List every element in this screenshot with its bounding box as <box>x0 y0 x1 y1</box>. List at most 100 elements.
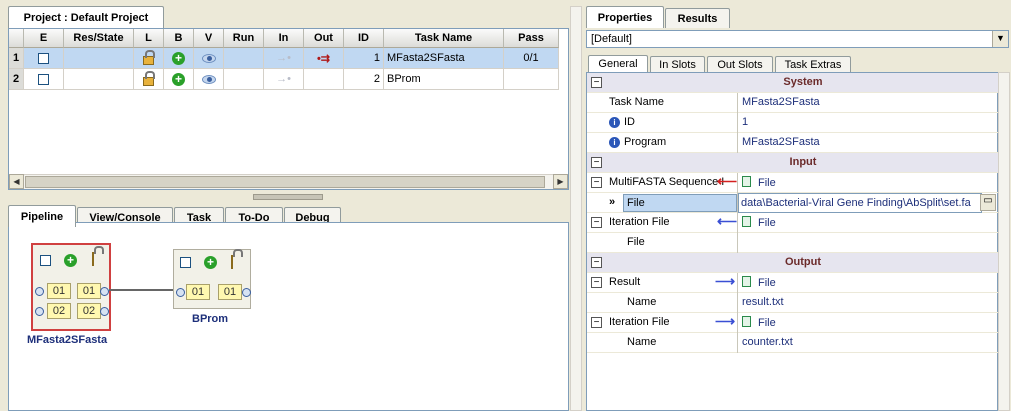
property-scrollbar[interactable] <box>998 72 1010 411</box>
file-key-selected[interactable]: File <box>623 194 737 212</box>
col-res-state[interactable]: Res/State <box>64 29 134 48</box>
group-input[interactable]: − Input <box>587 153 999 173</box>
output-pin[interactable] <box>100 307 109 316</box>
output-arrow-icon: •⇉ <box>316 52 331 65</box>
enable-checkbox[interactable] <box>38 73 49 85</box>
connection-line[interactable] <box>109 289 182 291</box>
file-icon <box>742 316 751 327</box>
property-row[interactable]: Task Name MFasta2SFasta <box>587 93 999 113</box>
node-label: BProm <box>192 313 229 325</box>
collapse-icon[interactable]: − <box>591 177 602 188</box>
preset-dropdown[interactable]: [Default] ▼ <box>586 30 1009 48</box>
enable-checkbox[interactable] <box>38 52 49 64</box>
vertical-scrollbar[interactable] <box>570 6 582 411</box>
input-arrow-icon: ⟵ <box>717 173 738 189</box>
id-cell: 1 <box>344 48 384 69</box>
col-out[interactable]: Out <box>304 29 344 48</box>
scroll-right-button[interactable]: ▶ <box>553 174 568 189</box>
tab-in-slots[interactable]: In Slots <box>650 56 705 72</box>
input-pin[interactable] <box>176 288 185 297</box>
output-port[interactable]: 01 <box>77 283 101 299</box>
col-id[interactable]: ID <box>344 29 384 48</box>
output-pin[interactable] <box>242 288 251 297</box>
scroll-thumb[interactable] <box>25 176 545 188</box>
col-v[interactable]: V <box>194 29 224 48</box>
collapse-icon[interactable]: − <box>591 217 602 228</box>
property-row[interactable]: Name counter.txt <box>587 333 999 353</box>
group-output[interactable]: − Output <box>587 253 999 273</box>
property-row[interactable]: − Iteration File ⟵ File <box>587 213 999 233</box>
col-in[interactable]: In <box>264 29 304 48</box>
splitter-handle[interactable] <box>253 194 323 200</box>
tab-pipeline[interactable]: Pipeline <box>8 205 76 227</box>
pipeline-canvas[interactable]: + 01 02 01 02 MFasta2SFasta + 01 01 BPro… <box>8 222 569 411</box>
tab-general[interactable]: General <box>588 55 648 72</box>
pipeline-node-bprom[interactable]: + 01 01 <box>173 249 251 309</box>
group-system[interactable]: − System <box>587 73 999 93</box>
input-pin[interactable] <box>35 287 44 296</box>
add-icon[interactable]: + <box>64 254 77 267</box>
tab-properties[interactable]: Properties <box>586 6 664 28</box>
output-arrow-icon: ⟶ <box>715 273 736 289</box>
output-pin[interactable] <box>100 287 109 296</box>
view-eye-icon[interactable] <box>201 53 216 63</box>
property-row[interactable]: Name result.txt <box>587 293 999 313</box>
id-cell: 2 <box>344 69 384 90</box>
row-header-corner <box>9 29 24 48</box>
horizontal-scrollbar[interactable]: ◀ ▶ <box>9 174 568 189</box>
property-row[interactable]: i ID 1 <box>587 113 999 133</box>
property-row[interactable]: − Result ⟶ File <box>587 273 999 293</box>
property-row[interactable]: » File data\Bacterial-Viral Gene Finding… <box>587 193 999 213</box>
col-run[interactable]: Run <box>224 29 264 48</box>
tab-project[interactable]: Project : Default Project <box>8 6 164 28</box>
chevron-down-icon[interactable]: ▼ <box>992 31 1008 47</box>
output-cell <box>304 69 344 90</box>
scroll-left-button[interactable]: ◀ <box>9 174 24 189</box>
lock-icon[interactable] <box>92 252 94 266</box>
property-row[interactable]: − MultiFASTA Sequence I ⟵ File <box>587 173 999 193</box>
pipeline-node-mfasta2sfasta[interactable]: + 01 02 01 02 <box>31 243 111 331</box>
pass-cell <box>504 69 559 90</box>
col-l[interactable]: L <box>134 29 164 48</box>
collapse-icon[interactable]: − <box>591 157 602 168</box>
input-port[interactable]: 01 <box>186 284 210 300</box>
col-e[interactable]: E <box>24 29 64 48</box>
row-number: 2 <box>9 69 24 90</box>
lock-icon[interactable] <box>143 71 155 86</box>
tab-results[interactable]: Results <box>665 8 730 28</box>
folder-open-icon[interactable]: ▭ <box>980 194 996 211</box>
file-icon <box>742 176 751 187</box>
property-row[interactable]: File <box>587 233 999 253</box>
collapse-icon[interactable]: − <box>591 257 602 268</box>
col-pass[interactable]: Pass <box>504 29 559 48</box>
col-task-name[interactable]: Task Name <box>384 29 504 48</box>
lock-icon[interactable] <box>143 50 155 65</box>
input-port[interactable]: 01 <box>47 283 71 299</box>
collapse-icon[interactable]: − <box>591 317 602 328</box>
input-port[interactable]: 02 <box>47 303 71 319</box>
node-enable-checkbox[interactable] <box>180 257 191 268</box>
file-path-input[interactable]: data\Bacterial-Viral Gene Finding\AbSpli… <box>738 193 982 213</box>
output-port[interactable]: 02 <box>77 303 101 319</box>
tab-task-extras[interactable]: Task Extras <box>775 56 851 72</box>
property-row[interactable]: i Program MFasta2SFasta <box>587 133 999 153</box>
input-pin[interactable] <box>35 307 44 316</box>
info-icon: i <box>609 137 620 148</box>
collapse-icon[interactable]: − <box>591 77 602 88</box>
run-cell[interactable] <box>224 69 264 90</box>
node-enable-checkbox[interactable] <box>40 255 51 266</box>
tab-out-slots[interactable]: Out Slots <box>707 56 773 72</box>
col-b[interactable]: B <box>164 29 194 48</box>
collapse-icon[interactable]: − <box>591 277 602 288</box>
output-arrow-icon: ⟶ <box>715 313 736 329</box>
add-icon[interactable]: + <box>172 51 185 65</box>
property-row[interactable]: − Iteration File ⟶ File <box>587 313 999 333</box>
task-grid: E Res/State L B V Run In Out ID Task Nam… <box>8 28 569 190</box>
output-port[interactable]: 01 <box>218 284 242 300</box>
run-cell[interactable] <box>224 48 264 69</box>
view-eye-icon[interactable] <box>201 74 216 84</box>
add-icon[interactable]: + <box>172 72 185 86</box>
add-icon[interactable]: + <box>204 256 217 269</box>
lock-icon[interactable] <box>231 255 233 269</box>
res-state-cell <box>64 48 134 69</box>
